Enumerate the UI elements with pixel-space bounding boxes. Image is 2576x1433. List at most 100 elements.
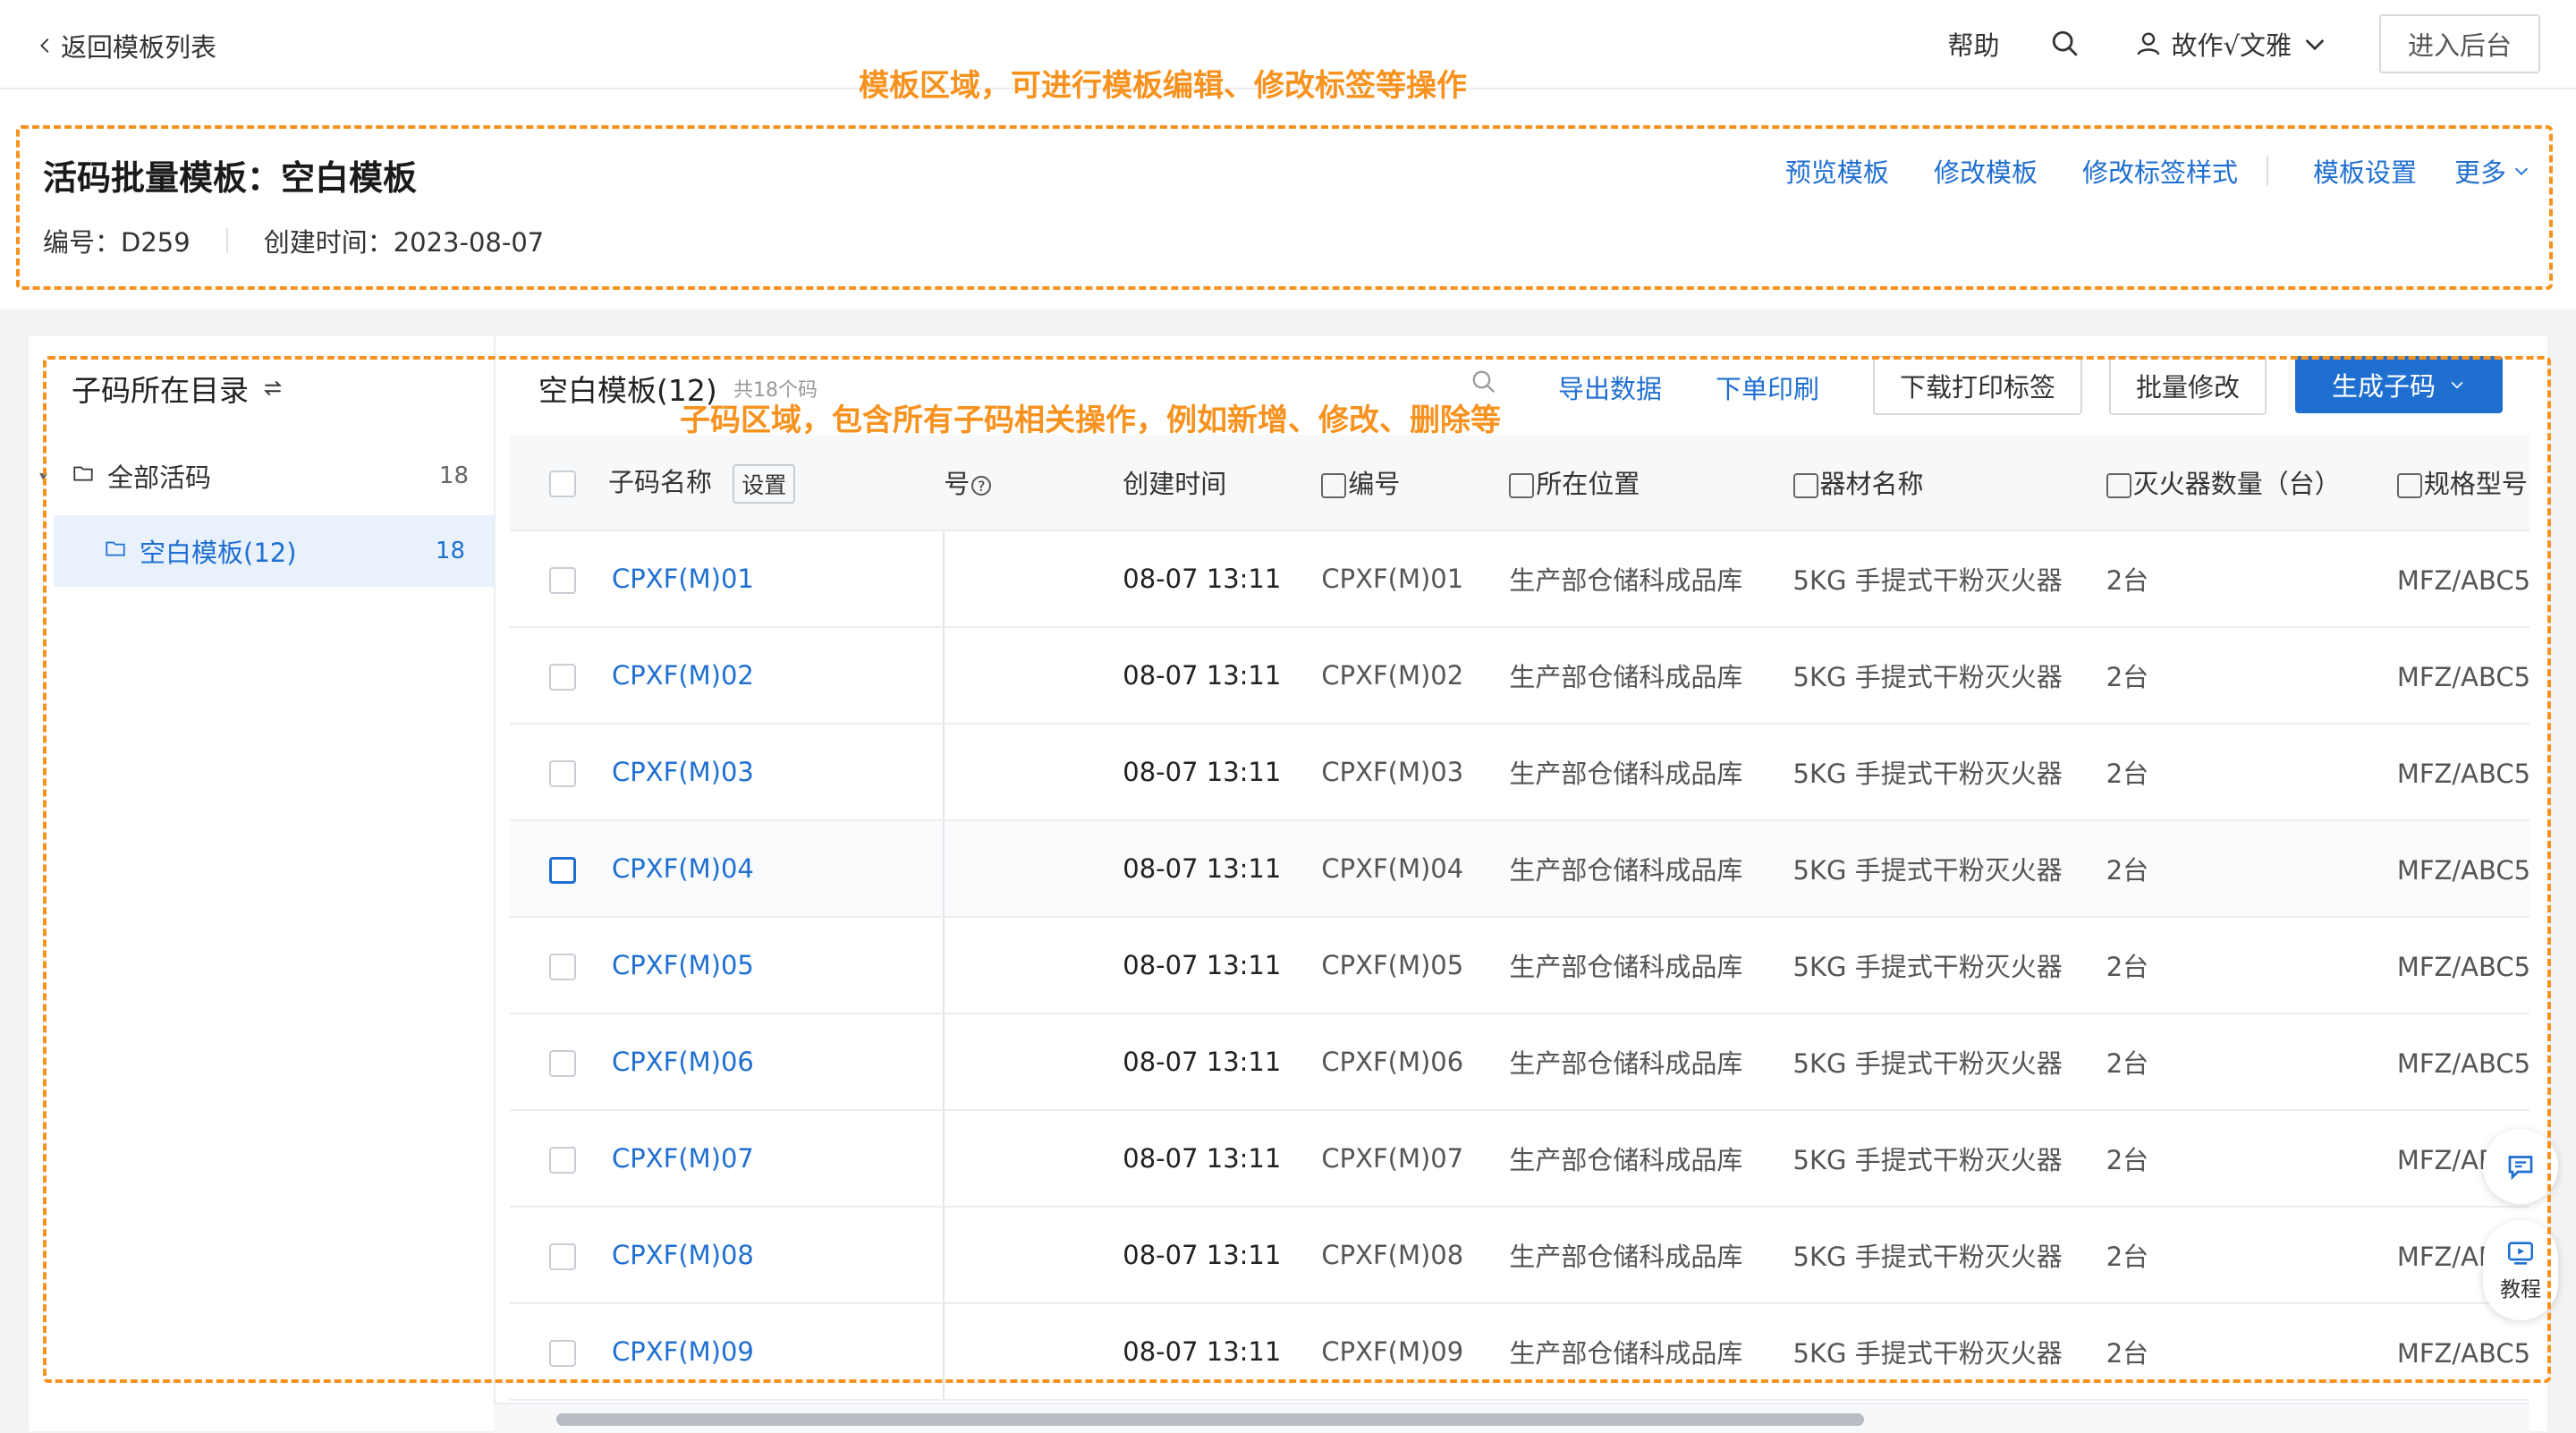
scrollbar-thumb[interactable] — [556, 1413, 1864, 1426]
cell-hao — [944, 820, 1123, 918]
chat-button[interactable] — [2483, 1129, 2558, 1204]
cell-hao — [944, 1110, 1123, 1208]
help-link[interactable]: 帮助 — [1948, 25, 2000, 63]
table-row[interactable]: CPXF(M)06 08-07 13:11 CPXF(M)06 生产部仓储科成品… — [510, 1013, 2529, 1111]
cell-code: CPXF(M)09 — [1321, 1303, 1510, 1401]
cell-quantity: 2台 — [2106, 1013, 2397, 1111]
cell-location: 生产部仓储科成品库 — [1509, 627, 1793, 725]
generate-codes-button[interactable]: 生成子码 — [2295, 356, 2503, 413]
edit-template-link[interactable]: 修改模板 — [1934, 152, 2038, 190]
row-checkbox[interactable] — [549, 1243, 576, 1270]
row-select[interactable] — [510, 724, 609, 821]
code-name-link[interactable]: CPXF(M)05 — [608, 917, 945, 1014]
template-title: 活码批量模板：空白模板 — [43, 158, 418, 198]
row-checkbox[interactable] — [549, 954, 576, 980]
search-icon[interactable] — [2050, 27, 2084, 61]
row-checkbox[interactable] — [549, 1340, 576, 1367]
code-name-link[interactable]: CPXF(M)02 — [608, 627, 945, 725]
header-equipment: 器材名称 — [1792, 435, 2106, 531]
export-data-link[interactable]: 导出数据 — [1558, 369, 1662, 406]
cell-code: CPXF(M)06 — [1321, 1013, 1510, 1111]
table-row[interactable]: CPXF(M)07 08-07 13:11 CPXF(M)07 生产部仓储科成品… — [510, 1110, 2529, 1208]
table-row[interactable]: CPXF(M)08 08-07 13:11 CPXF(M)08 生产部仓储科成品… — [510, 1207, 2529, 1304]
directory-sidebar — [29, 336, 496, 1431]
cell-hao — [944, 724, 1123, 821]
table-row[interactable]: CPXF(M)03 08-07 13:11 CPXF(M)03 生产部仓储科成品… — [510, 724, 2529, 821]
cell-code: CPXF(M)08 — [1321, 1207, 1510, 1304]
help-icon[interactable]: ? — [971, 476, 992, 496]
cell-hao — [944, 1013, 1123, 1111]
header-name-label: 子码名称 — [608, 466, 713, 497]
folder-icon — [72, 461, 95, 491]
table-header-row: 子码名称 设置 号? 创建时间 编号 所在位置 器材名称 灭火器数量（台） 规格… — [510, 435, 2529, 531]
cell-quantity: 2台 — [2106, 1207, 2397, 1304]
header-select-all[interactable] — [510, 435, 609, 531]
header-code: 编号 — [1321, 435, 1510, 531]
batch-edit-button[interactable]: 批量修改 — [2109, 356, 2267, 415]
template-actions: 预览模板 修改模板 修改标签样式 模板设置 更多 — [1741, 152, 2531, 190]
row-select[interactable] — [510, 1110, 609, 1208]
edit-label-style-link[interactable]: 修改标签样式 — [2082, 152, 2238, 190]
table-row[interactable]: CPXF(M)05 08-07 13:11 CPXF(M)05 生产部仓储科成品… — [510, 917, 2529, 1014]
row-select[interactable] — [510, 1303, 609, 1401]
user-menu[interactable]: 故作√文雅 — [2134, 25, 2329, 63]
table-row[interactable]: CPXF(M)09 08-07 13:11 CPXF(M)09 生产部仓储科成品… — [510, 1303, 2529, 1401]
back-to-template-list-link[interactable]: 返回模板列表 — [36, 27, 216, 64]
row-checkbox[interactable] — [549, 567, 576, 594]
row-select[interactable] — [510, 530, 609, 628]
table-row[interactable]: CPXF(M)02 08-07 13:11 CPXF(M)02 生产部仓储科成品… — [510, 627, 2529, 725]
cell-code: CPXF(M)07 — [1321, 1110, 1510, 1208]
caret-down-icon[interactable]: ▾ — [39, 467, 61, 486]
cell-time: 08-07 13:11 — [1123, 820, 1322, 918]
row-checkbox[interactable] — [549, 664, 576, 691]
row-checkbox[interactable] — [549, 1050, 576, 1077]
code-name-link[interactable]: CPXF(M)04 — [608, 820, 945, 918]
directory-heading-label: 子码所在目录 — [72, 373, 249, 408]
order-print-link[interactable]: 下单印刷 — [1716, 369, 1819, 406]
code-name-link[interactable]: CPXF(M)03 — [608, 724, 945, 821]
row-select[interactable] — [510, 1013, 609, 1111]
cell-location: 生产部仓储科成品库 — [1509, 724, 1793, 821]
cell-location: 生产部仓储科成品库 — [1509, 917, 1793, 1014]
tutorial-button[interactable]: 教程 — [2483, 1220, 2558, 1320]
row-select[interactable] — [510, 820, 609, 918]
row-checkbox[interactable] — [549, 1147, 576, 1174]
code-name-link[interactable]: CPXF(M)08 — [608, 1207, 945, 1304]
enter-admin-button[interactable]: 进入后台 — [2379, 14, 2540, 73]
code-name-link[interactable]: CPXF(M)07 — [608, 1110, 945, 1208]
row-select[interactable] — [510, 917, 609, 1014]
tree-item-all-codes[interactable]: ▾ 全部活码 18 — [39, 456, 478, 496]
tree-item-label: 全部活码 — [107, 462, 212, 493]
chevron-down-icon — [2451, 381, 2463, 389]
row-checkbox[interactable] — [549, 857, 576, 884]
more-menu[interactable]: 更多 — [2454, 152, 2531, 190]
chevron-left-icon — [40, 38, 49, 53]
row-select[interactable] — [510, 1207, 609, 1304]
row-select[interactable] — [510, 627, 609, 725]
cell-spec: MFZ/ABC5型 — [2396, 820, 2529, 918]
tree-item-blank-template[interactable]: 空白模板(12) 18 — [54, 515, 494, 587]
cell-time: 08-07 13:11 — [1123, 1207, 1322, 1304]
cell-time: 08-07 13:11 — [1123, 627, 1322, 725]
generate-codes-label: 生成子码 — [2331, 371, 2436, 402]
swap-icon[interactable] — [261, 377, 284, 400]
preview-template-link[interactable]: 预览模板 — [1785, 152, 1889, 190]
cell-spec: MFZ/ABC5型 — [2396, 627, 2529, 725]
table-row[interactable]: CPXF(M)04 08-07 13:11 CPXF(M)04 生产部仓储科成品… — [510, 820, 2529, 918]
cell-spec: MFZ/ABC5型 — [2396, 917, 2529, 1014]
code-name-link[interactable]: CPXF(M)09 — [608, 1303, 945, 1401]
header-name: 子码名称 设置 — [608, 435, 945, 531]
cell-hao — [944, 627, 1123, 725]
row-checkbox[interactable] — [549, 760, 576, 787]
field-icon — [2106, 473, 2131, 498]
select-all-checkbox[interactable] — [549, 471, 576, 497]
table-row[interactable]: CPXF(M)01 08-07 13:11 CPXF(M)01 生产部仓储科成品… — [510, 530, 2529, 628]
cell-code: CPXF(M)03 — [1321, 724, 1510, 821]
search-icon[interactable] — [1470, 369, 1499, 397]
template-settings-link[interactable]: 模板设置 — [2313, 152, 2417, 190]
column-settings-button[interactable]: 设置 — [733, 463, 796, 504]
code-name-link[interactable]: CPXF(M)01 — [608, 530, 945, 628]
cell-equipment: 5KG 手提式干粉灭火器 — [1792, 917, 2106, 1014]
code-name-link[interactable]: CPXF(M)06 — [608, 1013, 945, 1111]
download-print-labels-button[interactable]: 下载打印标签 — [1873, 356, 2082, 415]
